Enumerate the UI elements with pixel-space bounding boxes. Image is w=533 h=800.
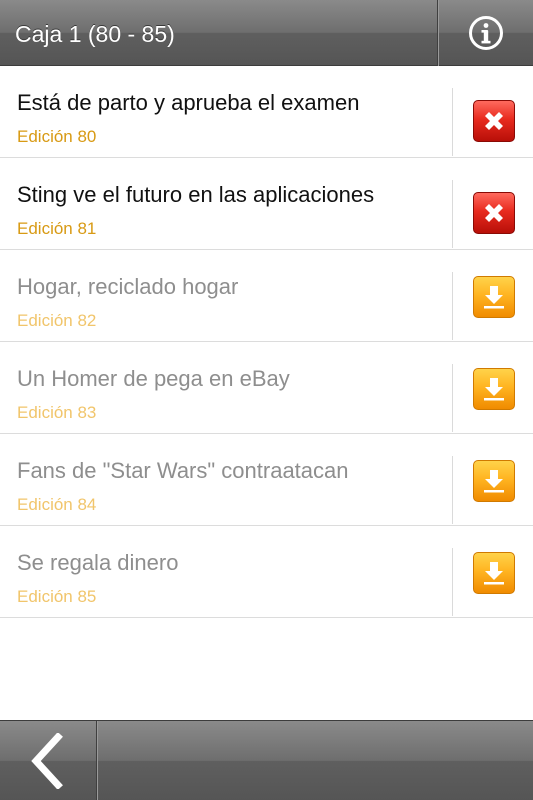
download-button[interactable] — [473, 276, 515, 318]
divider — [452, 548, 453, 616]
info-icon — [468, 16, 503, 50]
divider — [452, 364, 453, 432]
item-title: Fans de "Star Wars" contraatacan — [17, 458, 349, 483]
divider — [452, 88, 453, 156]
delete-button[interactable] — [473, 192, 515, 234]
back-arrow-icon — [31, 732, 63, 789]
list-item[interactable]: Un Homer de pega en eBay Edición 83 — [0, 342, 533, 434]
item-edition: Edición 84 — [17, 495, 97, 514]
list-item[interactable]: Está de parto y aprueba el examen Edició… — [0, 66, 533, 158]
delete-icon — [485, 112, 503, 130]
item-edition: Edición 82 — [17, 311, 97, 330]
page-title: Caja 1 (80 - 85) — [15, 21, 175, 47]
bottom-toolbar — [0, 720, 533, 800]
divider — [452, 180, 453, 248]
item-edition: Edición 80 — [17, 127, 97, 146]
item-title: Un Homer de pega en eBay — [17, 366, 290, 391]
list-item[interactable]: Sting ve el futuro en las aplicaciones E… — [0, 158, 533, 250]
info-button[interactable] — [437, 0, 533, 66]
item-title: Se regala dinero — [17, 550, 179, 575]
download-button[interactable] — [473, 552, 515, 594]
divider — [452, 272, 453, 340]
edition-list: Está de parto y aprueba el examen Edició… — [0, 66, 533, 618]
download-icon — [484, 562, 504, 585]
list-item[interactable]: Se regala dinero Edición 85 — [0, 526, 533, 618]
download-icon — [484, 286, 504, 309]
item-edition: Edición 81 — [17, 219, 97, 238]
delete-button[interactable] — [473, 100, 515, 142]
item-title: Hogar, reciclado hogar — [17, 274, 239, 299]
divider — [452, 456, 453, 524]
item-title: Sting ve el futuro en las aplicaciones — [17, 182, 375, 207]
download-button[interactable] — [473, 368, 515, 410]
list-item[interactable]: Hogar, reciclado hogar Edición 82 — [0, 250, 533, 342]
download-button[interactable] — [473, 460, 515, 502]
back-button[interactable] — [0, 721, 97, 800]
top-bar: Caja 1 (80 - 85) — [0, 0, 533, 66]
item-edition: Edición 85 — [17, 587, 97, 606]
item-title: Está de parto y aprueba el examen — [17, 90, 360, 115]
download-icon — [484, 470, 504, 493]
delete-icon — [485, 204, 503, 222]
list-item[interactable]: Fans de "Star Wars" contraatacan Edición… — [0, 434, 533, 526]
item-edition: Edición 83 — [17, 403, 97, 422]
download-icon — [484, 378, 504, 401]
